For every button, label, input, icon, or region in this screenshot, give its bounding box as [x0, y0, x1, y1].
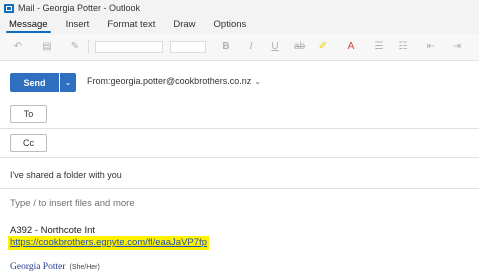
cc-button[interactable]: Cc	[10, 134, 47, 152]
divider	[0, 188, 479, 189]
title-bar: Mail - Georgia Potter - Outlook	[0, 0, 479, 16]
signature-name: Georgia Potter	[10, 262, 66, 272]
increase-indent-icon[interactable]: ⇥	[452, 42, 462, 52]
from-address: georgia.potter@cookbrothers.co.nz	[110, 76, 252, 86]
tab-format-text[interactable]: Format text	[98, 18, 164, 34]
ribbon-tabs: Message Insert Format text Draw Options	[0, 16, 479, 34]
divider	[0, 128, 479, 129]
font-color-icon[interactable]: A	[346, 42, 356, 52]
from-label: From:	[87, 76, 111, 86]
signature-pronouns: (She/Her)	[69, 264, 100, 271]
font-size-field[interactable]	[170, 41, 206, 53]
tab-message[interactable]: Message	[0, 18, 57, 34]
tab-draw[interactable]: Draw	[164, 18, 204, 34]
ribbon-toolbar: ↶ ▤ ✎ B I U ab ✐ A ☰ ☷ ⇤ ⇥	[0, 34, 479, 61]
signature: Georgia Potter (She/Her)	[10, 262, 100, 272]
underline-icon[interactable]: U	[270, 42, 280, 52]
window-title: Mail - Georgia Potter - Outlook	[18, 3, 141, 13]
ribbon-separator	[88, 40, 89, 54]
format-painter-icon[interactable]: ✎	[70, 42, 80, 52]
highlight-icon[interactable]: ✐	[318, 42, 328, 52]
font-name-field[interactable]	[95, 41, 163, 53]
subject-field[interactable]: I've shared a folder with you	[10, 170, 122, 180]
tab-insert[interactable]: Insert	[57, 18, 99, 34]
numbering-icon[interactable]: ☷	[398, 42, 408, 52]
decrease-indent-icon[interactable]: ⇤	[426, 42, 436, 52]
outlook-icon	[4, 3, 14, 13]
send-button[interactable]: Send	[10, 73, 59, 92]
shared-folder-link[interactable]: https://cookbrothers.egnyte.com/fl/eaaJa…	[8, 236, 209, 250]
paste-icon[interactable]: ▤	[42, 42, 52, 52]
bold-icon[interactable]: B	[221, 42, 231, 52]
strikethrough-icon[interactable]: ab	[294, 42, 305, 52]
bullets-icon[interactable]: ☰	[374, 42, 384, 52]
to-button[interactable]: To	[10, 105, 47, 123]
chevron-down-icon: ⌄	[254, 77, 261, 86]
from-selector[interactable]: From:georgia.potter@cookbrothers.co.nz ⌄	[87, 76, 261, 86]
body-folder-name: A392 - Northcote Int	[10, 225, 96, 236]
undo-icon[interactable]: ↶	[13, 42, 23, 52]
send-options-chevron-icon[interactable]: ⌄	[60, 73, 76, 92]
body-placeholder: Type / to insert files and more	[10, 198, 135, 209]
divider	[0, 157, 479, 158]
tab-options[interactable]: Options	[205, 18, 256, 34]
italic-icon[interactable]: I	[246, 42, 256, 52]
